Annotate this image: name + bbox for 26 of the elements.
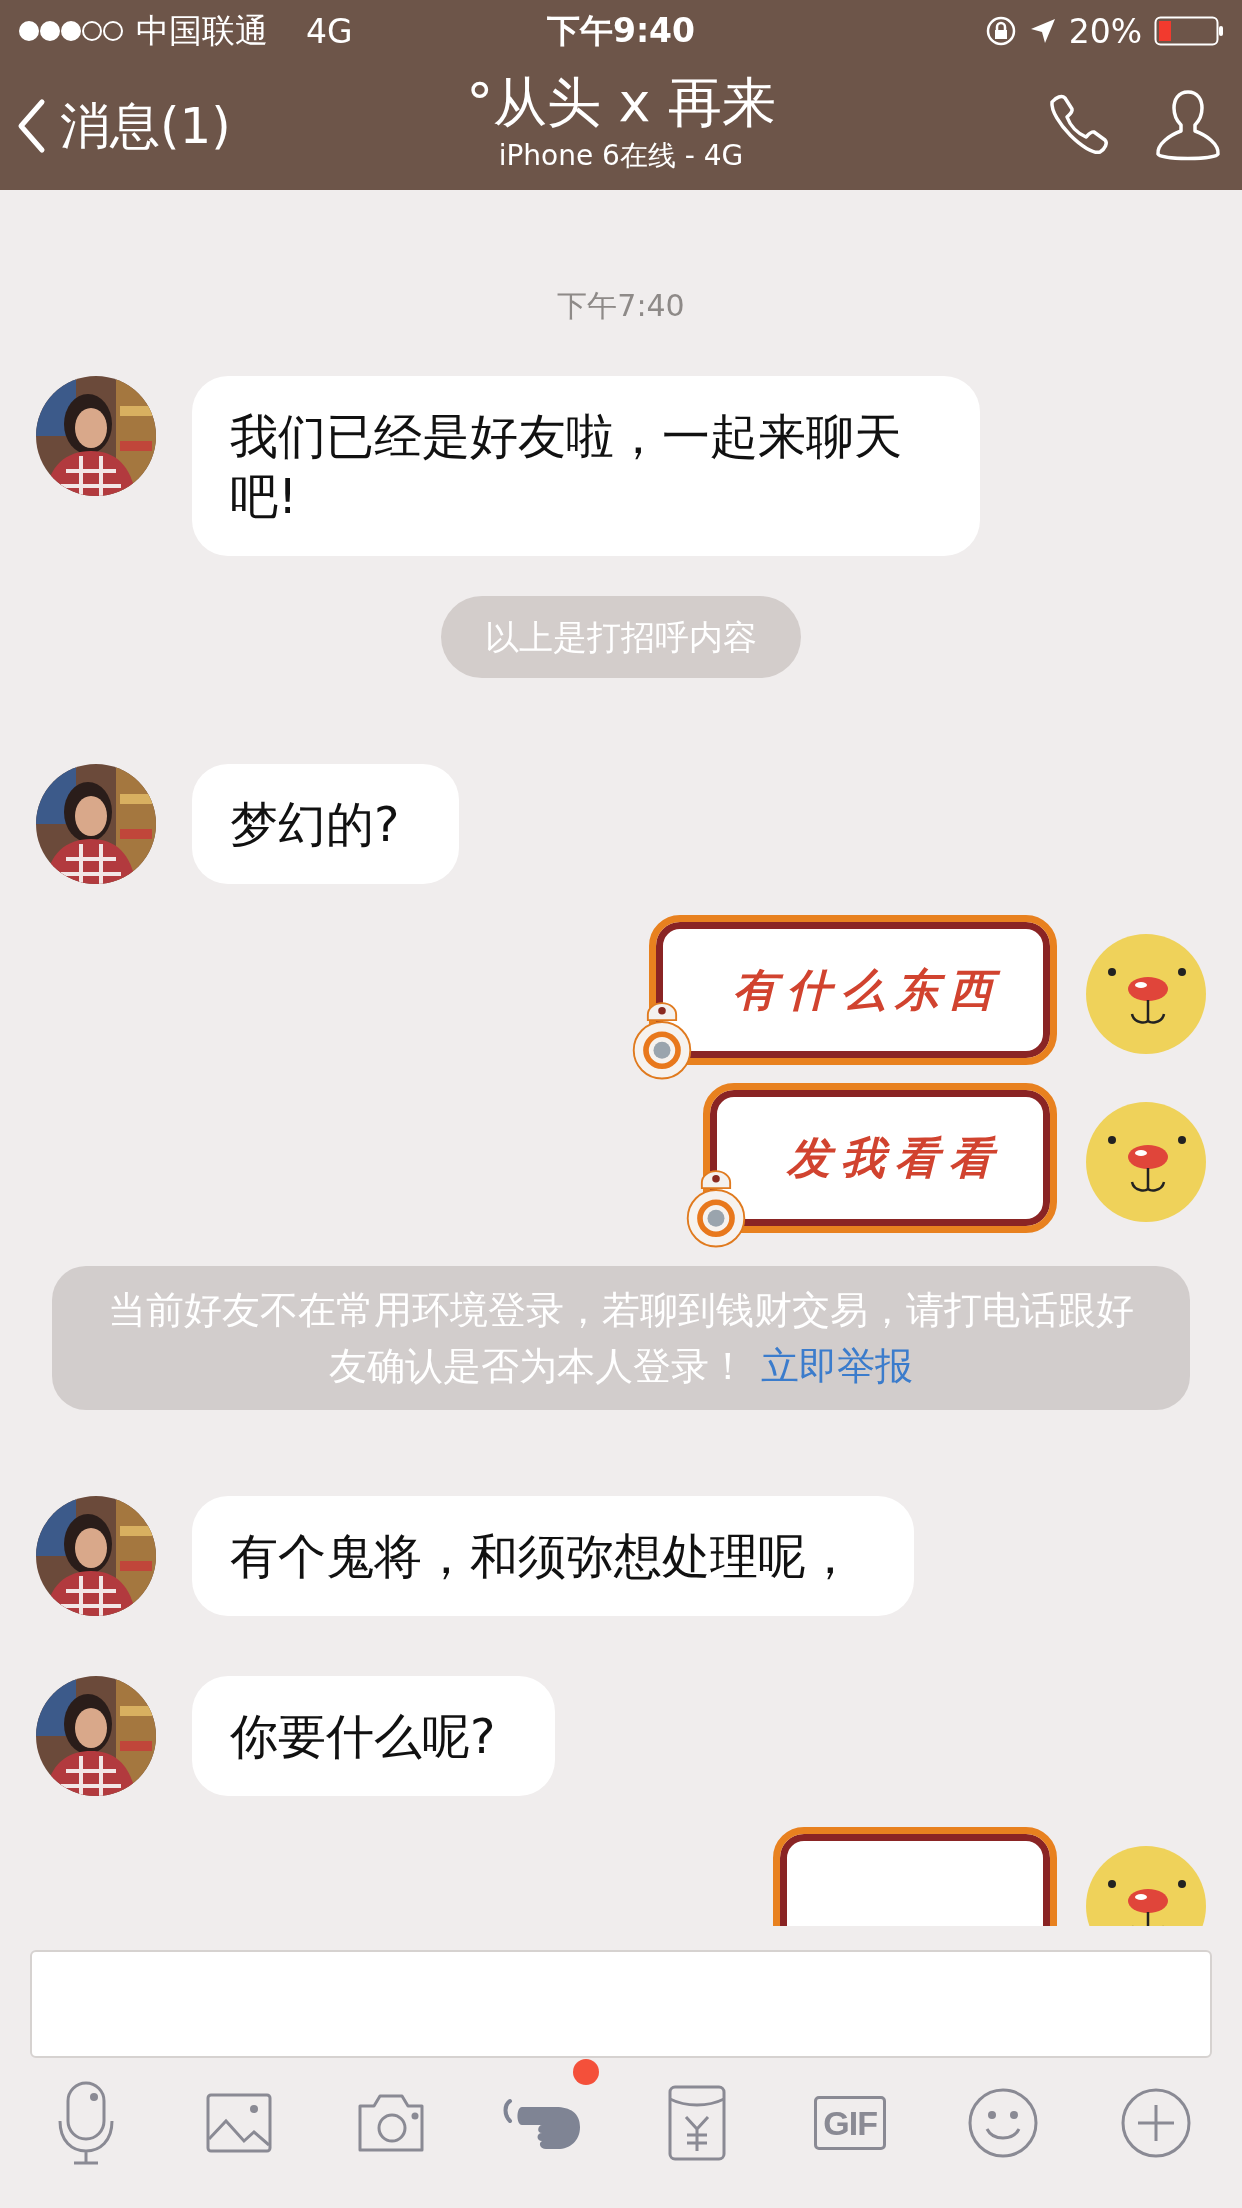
- chat-title: °从头 x 再来: [466, 70, 776, 136]
- battery-icon: [1154, 16, 1224, 46]
- add-icon[interactable]: [1119, 2087, 1192, 2159]
- sticker-text: 发我看看: [785, 1130, 1003, 1185]
- carrier-name: 中国联通: [136, 9, 268, 52]
- microphone-icon[interactable]: [58, 2081, 115, 2165]
- signal-icon: [18, 20, 124, 42]
- network-type: 4G: [306, 11, 353, 51]
- status-time: 下午9:40: [545, 9, 697, 52]
- image-icon[interactable]: [206, 2093, 273, 2153]
- gif-button[interactable]: GIF: [814, 2096, 886, 2150]
- back-icon: [16, 98, 46, 154]
- message-bubble: 梦幻的?: [192, 764, 460, 884]
- message-input[interactable]: [30, 1950, 1212, 2058]
- report-link[interactable]: 立即举报: [761, 1344, 913, 1388]
- battery-percent: 20%: [1068, 11, 1142, 51]
- sticker-text: 有什么东西: [732, 962, 1003, 1017]
- message-bubble: 我们已经是好友啦，一起来聊天吧!: [192, 376, 980, 556]
- message-bubble: 有个鬼将，和须弥想处理呢，: [192, 1496, 914, 1616]
- rotation-lock-icon: [984, 15, 1017, 47]
- message-timestamp: 下午7:40: [557, 288, 685, 323]
- online-status: iPhone 6在线 - 4G: [498, 138, 744, 174]
- smiley-icon[interactable]: [966, 2087, 1039, 2159]
- back-button[interactable]: 消息(1): [16, 92, 231, 160]
- message-bubble: 你要什么呢?: [192, 1676, 556, 1796]
- envelope-icon[interactable]: [668, 2085, 727, 2161]
